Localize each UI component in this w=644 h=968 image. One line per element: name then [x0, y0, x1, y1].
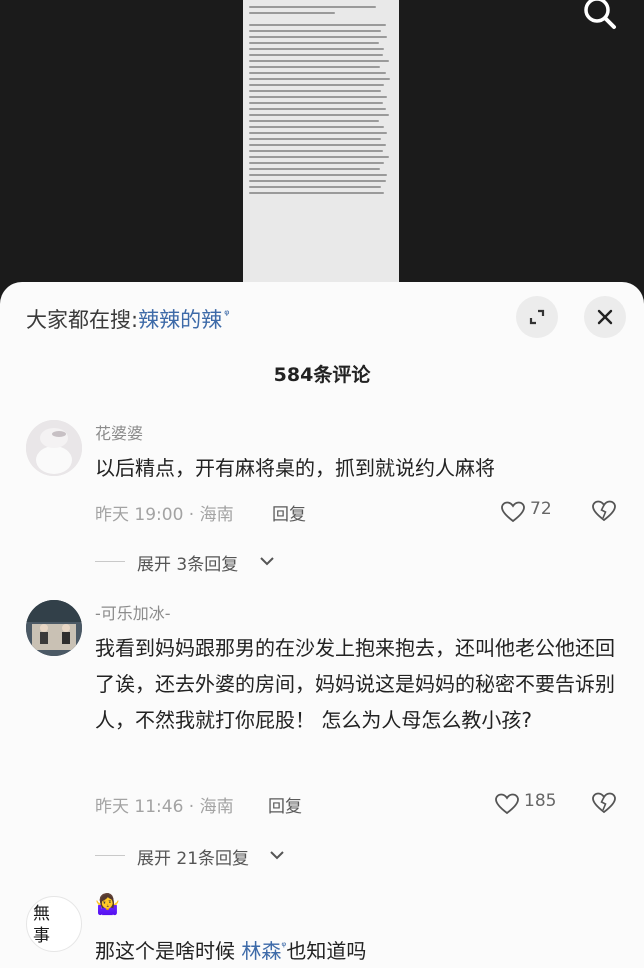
comment-text-part: 那这个是啥时候 [95, 939, 242, 963]
dislike-button[interactable] [590, 791, 618, 817]
like-button[interactable]: 185 [494, 791, 574, 817]
dislike-button[interactable] [590, 499, 618, 525]
heart-icon [501, 501, 525, 523]
document-text-line [249, 72, 386, 74]
reply-button[interactable]: 回复 [268, 792, 302, 817]
broken-heart-icon [592, 792, 616, 814]
trending-search-prefix: 大家都在搜: [26, 308, 139, 332]
heart-icon [495, 793, 519, 815]
document-text-line [249, 36, 388, 38]
document-text-line [249, 24, 386, 26]
document-text-line [249, 42, 379, 44]
search-keyword-link[interactable]: 林森 [241, 939, 281, 963]
document-text-line [249, 156, 389, 158]
reply-button[interactable]: 回复 [272, 500, 306, 525]
close-icon [597, 309, 613, 325]
comment-username[interactable]: 花婆婆 [95, 420, 143, 444]
sheet-header: 大家都在搜:辣辣的辣 ᵠ [0, 282, 644, 354]
document-text-line [249, 120, 379, 122]
divider-dash [95, 561, 125, 562]
document-text-line [249, 138, 382, 140]
avatar-image [26, 600, 82, 656]
document-text-line [249, 174, 388, 176]
comment-item: -可乐加冰- 我看到妈妈跟那男的在沙发上抱来抱去，还叫他老公他还回了诶，还去外婆… [0, 600, 644, 870]
document-text-line [249, 84, 385, 86]
document-text-line [249, 114, 389, 116]
comment-item: 無事 🤷‍♀️ 那这个是啥时候 林森ᵠ也知道吗 [0, 892, 644, 968]
like-button[interactable]: 72 [500, 499, 570, 525]
comment-item: 花婆婆 以后精点，开有麻将桌的，抓到就说约人麻将 昨天 19:00 · 海南 回… [0, 420, 644, 580]
comment-text: 我看到妈妈跟那男的在沙发上抱来抱去，还叫他老公他还回了诶，还去外婆的房间，妈妈说… [95, 636, 615, 732]
chevron-down-icon [270, 851, 284, 860]
document-screenshot [243, 0, 399, 285]
comment-username-emoji[interactable]: 🤷‍♀️ [95, 892, 120, 916]
comment-time-location: 昨天 11:46 · 海南 [95, 797, 234, 817]
document-text-line [249, 180, 386, 182]
comment-time-location: 昨天 19:00 · 海南 [95, 505, 234, 525]
document-text-line [249, 168, 381, 170]
search-icon [584, 0, 616, 29]
trending-search-keyword[interactable]: 辣辣的辣 [138, 308, 222, 332]
document-text-line [249, 144, 386, 146]
comment-count-title: 584条评论 [273, 364, 371, 386]
avatar-calligraphy: 無事 [33, 904, 50, 946]
comment-username[interactable]: -可乐加冰- [95, 600, 171, 624]
expand-replies-button[interactable]: 展开 21条回复 [95, 844, 305, 869]
document-text-line [249, 108, 386, 110]
document-text-line [249, 90, 382, 92]
document-text-line [249, 6, 376, 8]
avatar[interactable] [26, 420, 82, 476]
expand-replies-label: 展开 21条回复 [137, 849, 250, 869]
chevron-down-icon [260, 557, 274, 566]
document-text-line [249, 48, 385, 50]
avatar[interactable]: 無事 [26, 896, 82, 952]
document-text-line [249, 126, 385, 128]
document-text-line [249, 12, 336, 14]
document-text-line [249, 60, 389, 62]
document-text-line [249, 66, 381, 68]
document-text-line [249, 192, 385, 194]
expand-replies-button[interactable]: 展开 3条回复 [95, 550, 295, 575]
document-text-line [249, 150, 383, 152]
document-text-line [249, 102, 383, 104]
collapse-corner-icon [529, 309, 545, 325]
close-button[interactable] [584, 296, 626, 338]
document-text-line [249, 96, 388, 98]
divider-dash [95, 855, 125, 856]
search-small-icon: ᵠ [224, 308, 230, 323]
comment-text-part: 也知道吗 [286, 939, 367, 963]
document-text-line [249, 78, 391, 80]
trending-search: 大家都在搜:辣辣的辣 ᵠ [26, 304, 229, 334]
like-count: 185 [524, 791, 557, 811]
video-backdrop [0, 0, 644, 300]
comment-text: 以后精点，开有麻将桌的，抓到就说约人麻将 [95, 456, 495, 480]
document-text-line [249, 132, 388, 134]
document-text-line [249, 186, 382, 188]
document-text-line [249, 162, 385, 164]
document-text-line [249, 54, 383, 56]
comment-text: 那这个是啥时候 林森ᵠ也知道吗 [95, 928, 615, 968]
collapse-button[interactable] [516, 296, 558, 338]
avatar-image [26, 420, 82, 476]
search-button[interactable] [578, 0, 624, 34]
document-text-line [249, 30, 382, 32]
comment-sheet: 大家都在搜:辣辣的辣 ᵠ 584条评论 花婆婆 以后精点，开有麻将桌的，抓到就说… [0, 282, 644, 968]
expand-replies-label: 展开 3条回复 [137, 555, 239, 575]
like-count: 72 [530, 499, 552, 519]
broken-heart-icon [592, 500, 616, 522]
avatar[interactable] [26, 600, 82, 656]
